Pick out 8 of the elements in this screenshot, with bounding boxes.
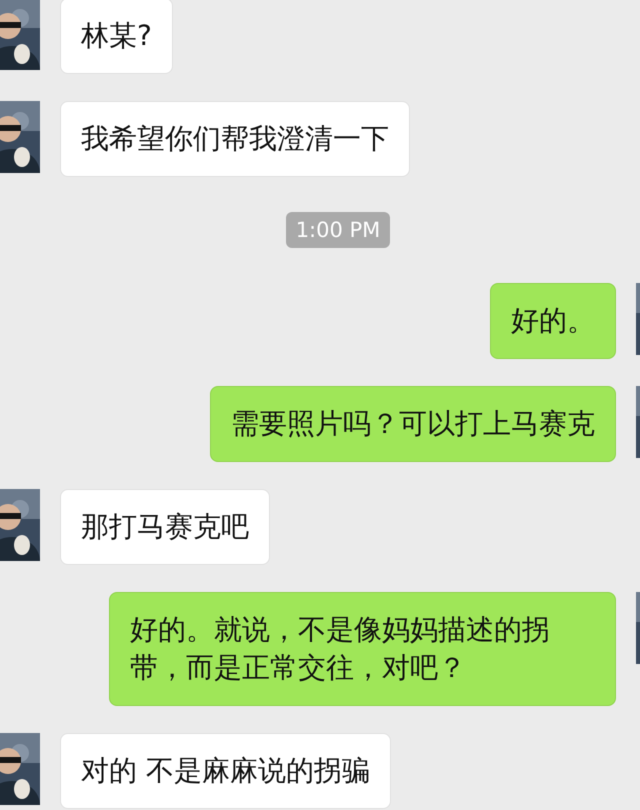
message-bubble: 林某? [60,0,173,74]
message-bubble: 好的。 [490,283,616,359]
timestamp: 1:00 PM [286,212,390,248]
message-bubble: 好的。就说，不是像妈妈描述的拐带，而是正常交往，对吧？ [109,592,616,706]
message-bubble: 我希望你们帮我澄清一下 [60,101,410,177]
message-bubble: 那打马赛克吧 [60,489,270,565]
message-bubble: 对的 不是麻麻说的拐骗 [60,733,391,809]
message-bubble: 需要照片吗？可以打上马赛克 [210,386,616,462]
